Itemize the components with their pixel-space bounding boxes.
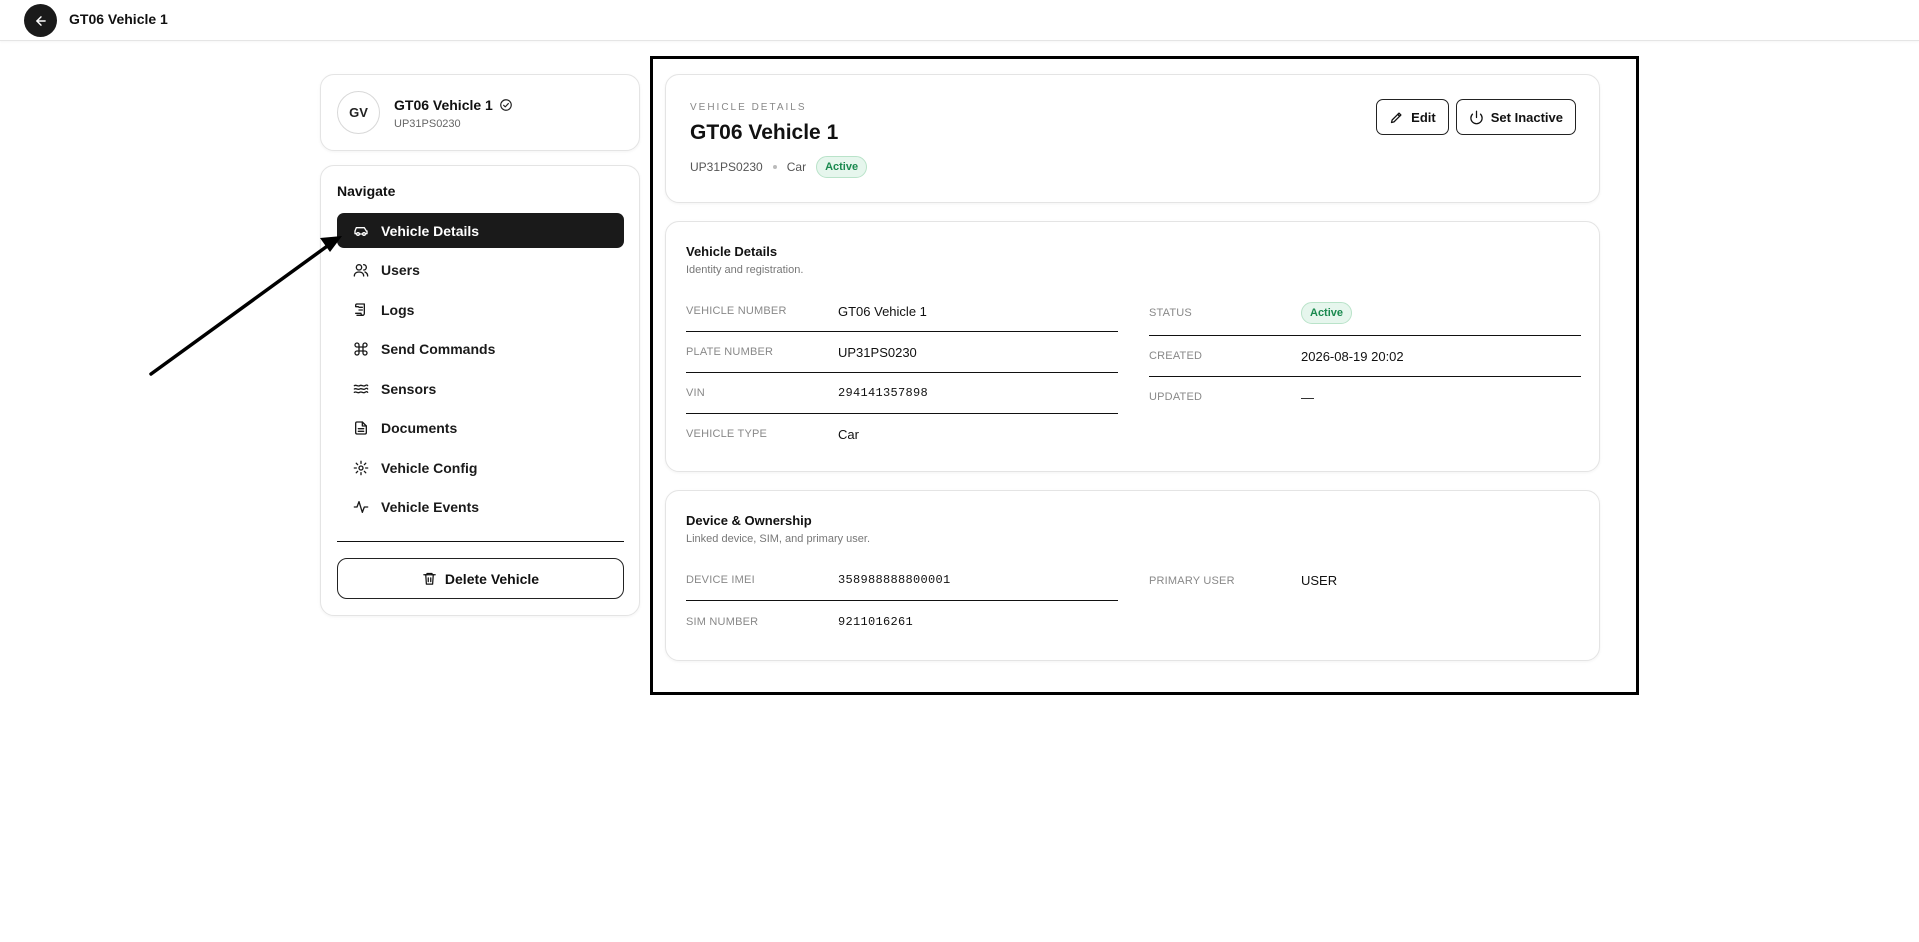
gear-icon	[353, 460, 369, 475]
delete-vehicle-button[interactable]: Delete Vehicle	[337, 558, 624, 599]
nav-item-logs[interactable]: Logs	[337, 292, 624, 327]
nav-heading: Navigate	[337, 183, 396, 199]
nav-item-vehicle-config[interactable]: Vehicle Config	[337, 450, 624, 485]
users-icon	[353, 264, 369, 277]
nav-item-label: Vehicle Config	[381, 459, 478, 476]
waves-icon	[353, 383, 369, 393]
nav-item-users[interactable]: Users	[337, 253, 624, 288]
delete-vehicle-label: Delete Vehicle	[444, 570, 540, 587]
nav-item-label: Vehicle Details	[381, 222, 480, 239]
nav-list: Vehicle Details Users Logs Send Commands…	[337, 213, 624, 529]
command-icon	[354, 342, 368, 356]
nav-item-label: Documents	[381, 420, 458, 436]
avatar: GV	[337, 91, 380, 134]
trash-icon	[423, 572, 436, 585]
nav-item-label: Sensors	[381, 380, 437, 397]
nav-item-label: Send Commands	[381, 341, 496, 357]
nav-item-send-commands[interactable]: Send Commands	[337, 332, 624, 367]
nav-item-sensors[interactable]: Sensors	[337, 371, 624, 406]
back-button[interactable]	[24, 4, 57, 37]
profile-name-row: GT06 Vehicle 1	[394, 97, 513, 113]
verified-check-icon	[500, 99, 512, 111]
scroll-icon	[355, 302, 365, 316]
activity-icon	[353, 501, 369, 513]
navigation-card: Navigate Vehicle Details Users Logs Send…	[320, 165, 640, 616]
arrow-left-icon	[35, 15, 46, 26]
car-icon	[354, 226, 368, 236]
nav-divider	[337, 541, 624, 542]
profile-plate: UP31PS0230	[394, 118, 461, 130]
top-bar: GT06 Vehicle 1	[0, 0, 1919, 41]
nav-item-vehicle-details[interactable]: Vehicle Details	[337, 213, 624, 248]
annotation-highlight-box	[650, 56, 1639, 695]
nav-item-vehicle-events[interactable]: Vehicle Events	[337, 490, 624, 525]
document-icon	[355, 421, 367, 435]
profile-name: GT06 Vehicle 1	[394, 97, 493, 113]
nav-item-label: Vehicle Events	[381, 499, 480, 515]
nav-item-label: Users	[381, 262, 420, 278]
vehicle-profile-card: GV GT06 Vehicle 1 UP31PS0230	[320, 74, 640, 151]
nav-item-label: Logs	[381, 301, 415, 318]
page-title: GT06 Vehicle 1	[69, 11, 168, 27]
nav-item-documents[interactable]: Documents	[337, 411, 624, 446]
